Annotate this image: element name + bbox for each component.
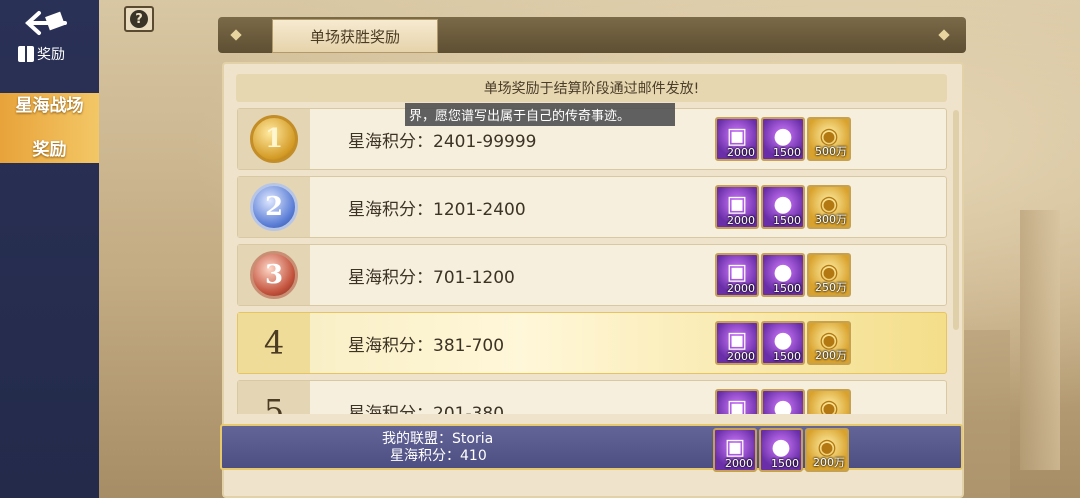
cube-box-item[interactable]: ▣ 2000 [715,321,759,365]
silver-medal-icon: 2 [250,183,298,231]
rank-badge: 2 [238,177,310,237]
cube-icon: ▣ [726,396,748,414]
rank-number: 4 [263,324,285,362]
cube-box-item[interactable]: ▣ 2000 [715,117,759,161]
back-arrow-icon [25,11,67,35]
bronze-medal-icon: 3 [250,251,298,299]
my-alliance-name: 我的联盟：Storia [382,431,494,447]
score-range: 星海积分：701-1200 [348,267,515,288]
my-alliance-info: 我的联盟：Storia 星海积分：410 [382,431,493,465]
reward-items: ▣ 2000 ● 1500 ◉ 500万 [715,117,851,161]
score-range: 星海积分：1201-2400 [348,199,526,220]
gold-coin-item[interactable]: ◉ 250万 [807,253,851,297]
orb-icon: ● [773,396,793,414]
cube-box-item[interactable]: ▣ 2000 [715,253,759,297]
reward-items: ▣ 2000 ● 1500 ◉ 250万 [715,253,851,297]
list-scrollbar[interactable] [953,110,959,330]
background-tower [1020,210,1060,470]
notice-bar: 单场奖励于结算阶段通过邮件发放! [236,74,947,102]
gold-coin-item[interactable]: ◉ 300万 [807,185,851,229]
score-range: 星海积分：201-380 [348,403,505,415]
reward-items: ▣ ● ◉ [715,389,851,414]
reward-row: 2 星海积分：1201-2400 ▣ 2000 ● 1500 ◉ 300万 [237,176,947,238]
notice-text: 单场奖励于结算阶段通过邮件发放! [483,81,700,97]
orb-item[interactable]: ● 1500 [761,117,805,161]
gold-coin-item[interactable]: ◉ 200万 [807,321,851,365]
rank-number: 5 [263,392,285,414]
rank-badge: 1 [238,109,310,169]
orb-item[interactable]: ● 1500 [759,428,803,472]
orb-item[interactable]: ● 1500 [761,321,805,365]
reward-row: 5 星海积分：201-380 ▣ ● ◉ [237,380,947,414]
tab-single-match-rewards[interactable]: 单场获胜奖励 [272,19,438,53]
sidebar-tab-rewards-label: 奖励 [37,47,65,63]
tooltip: 界，愿您谱写出属于自己的传奇事迹。 [405,103,675,126]
sidebar-item-label-line2: 奖励 [32,140,67,160]
reward-row: 3 星海积分：701-1200 ▣ 2000 ● 1500 ◉ 250万 [237,244,947,306]
gold-medal-icon: 1 [250,115,298,163]
sidebar-item-label-line1: 星海战场 [15,96,84,116]
reward-items: ▣ 2000 ● 1500 ◉ 300万 [715,185,851,229]
gift-icon [18,46,34,62]
my-reward-items: ▣ 2000 ● 1500 ◉ 200万 [713,428,849,472]
reward-items: ▣ 2000 ● 1500 ◉ 200万 [715,321,851,365]
gold-coin-item[interactable]: ◉ [807,389,851,414]
reward-row-current: 4 星海积分：381-700 ▣ 2000 ● 1500 ◉ 200万 [237,312,947,374]
rank-badge: 4 [238,313,310,373]
orb-item[interactable]: ● 1500 [761,253,805,297]
orb-item[interactable]: ● 1500 [761,185,805,229]
rank-badge: 3 [238,245,310,305]
score-range: 星海积分：381-700 [348,335,505,356]
sidebar-tab-rewards[interactable]: 奖励 [18,44,65,64]
cube-box-item[interactable]: ▣ 2000 [715,185,759,229]
tab-label: 单场获胜奖励 [309,27,400,46]
sidebar: 奖励 星海战场 奖励 [0,0,99,498]
cube-box-item[interactable]: ▣ 2000 [713,428,757,472]
sidebar-item-starsea-rewards[interactable]: 星海战场 奖励 [0,93,99,163]
question-icon: ? [130,10,148,28]
rank-badge: 5 [238,381,310,414]
cube-box-item[interactable]: ▣ [715,389,759,414]
back-button[interactable] [22,8,72,38]
tooltip-text: 界，愿您谱写出属于自己的传奇事迹。 [409,109,631,124]
reward-list[interactable]: 1 星海积分：2401-99999 ▣ 2000 ● 1500 ◉ 500万 2 星海… [237,108,947,414]
orb-item[interactable]: ● [761,389,805,414]
help-button[interactable]: ? [124,6,154,32]
gold-coin-item[interactable]: ◉ 200万 [805,428,849,472]
gold-coin-item[interactable]: ◉ 500万 [807,117,851,161]
my-score: 星海积分：410 [390,448,487,464]
my-alliance-bar: 我的联盟：Storia 星海积分：410 ▣ 2000 ● 1500 ◉ 200万 [220,424,963,472]
coin-icon: ◉ [819,396,839,414]
